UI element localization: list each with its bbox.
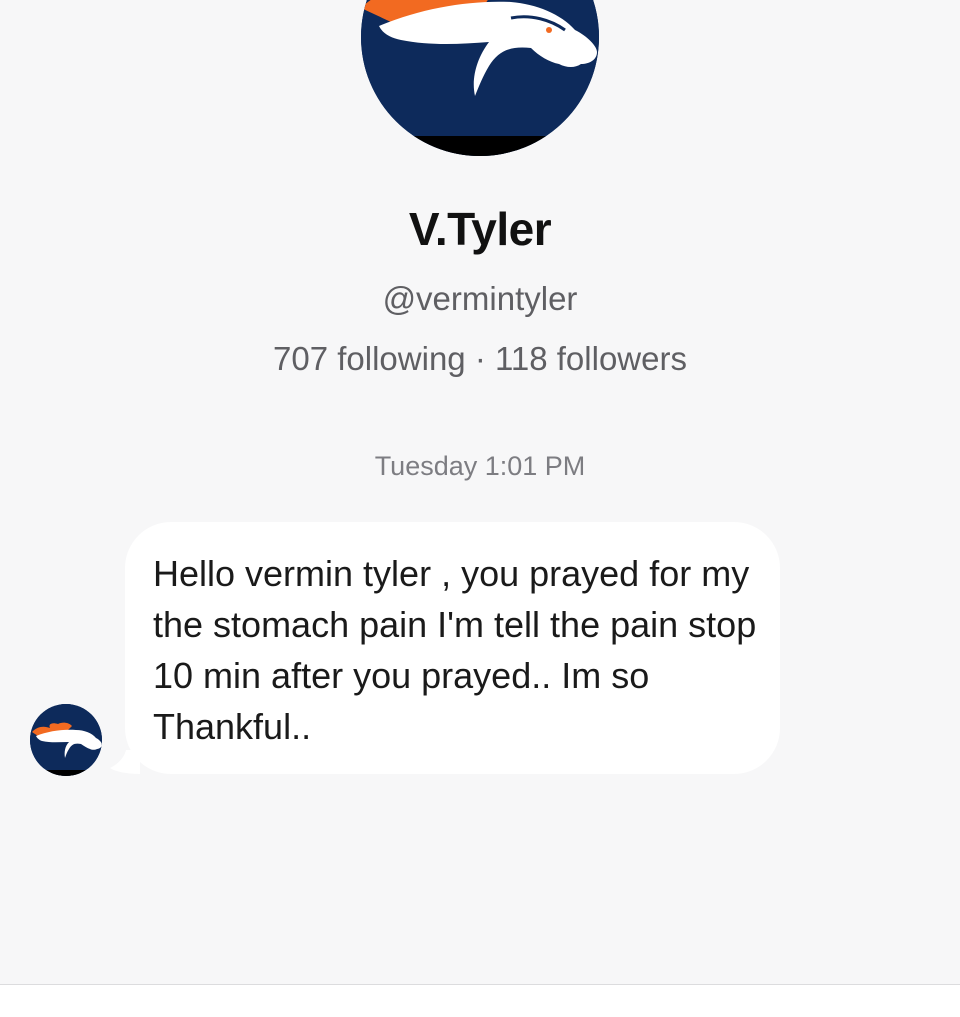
sender-avatar[interactable] bbox=[30, 704, 102, 776]
broncos-horse-logo-icon bbox=[30, 704, 102, 776]
message-composer-bar[interactable] bbox=[0, 984, 960, 1017]
profile-avatar[interactable] bbox=[361, 0, 599, 156]
profile-handle: @vermintyler bbox=[382, 280, 578, 317]
message-row: Hello vermin tyler , you prayed for my t… bbox=[0, 522, 960, 782]
message-bubble[interactable]: Hello vermin tyler , you prayed for my t… bbox=[125, 522, 780, 774]
message-timestamp: Tuesday 1:01 PM bbox=[374, 451, 586, 481]
conversation-screen: V.Tyler @vermintyler 707 following · 118… bbox=[0, 0, 960, 1017]
broncos-horse-logo-icon bbox=[361, 0, 599, 156]
profile-follow-stats[interactable]: 707 following · 118 followers bbox=[0, 340, 960, 378]
profile-display-name: V.Tyler bbox=[408, 203, 552, 255]
